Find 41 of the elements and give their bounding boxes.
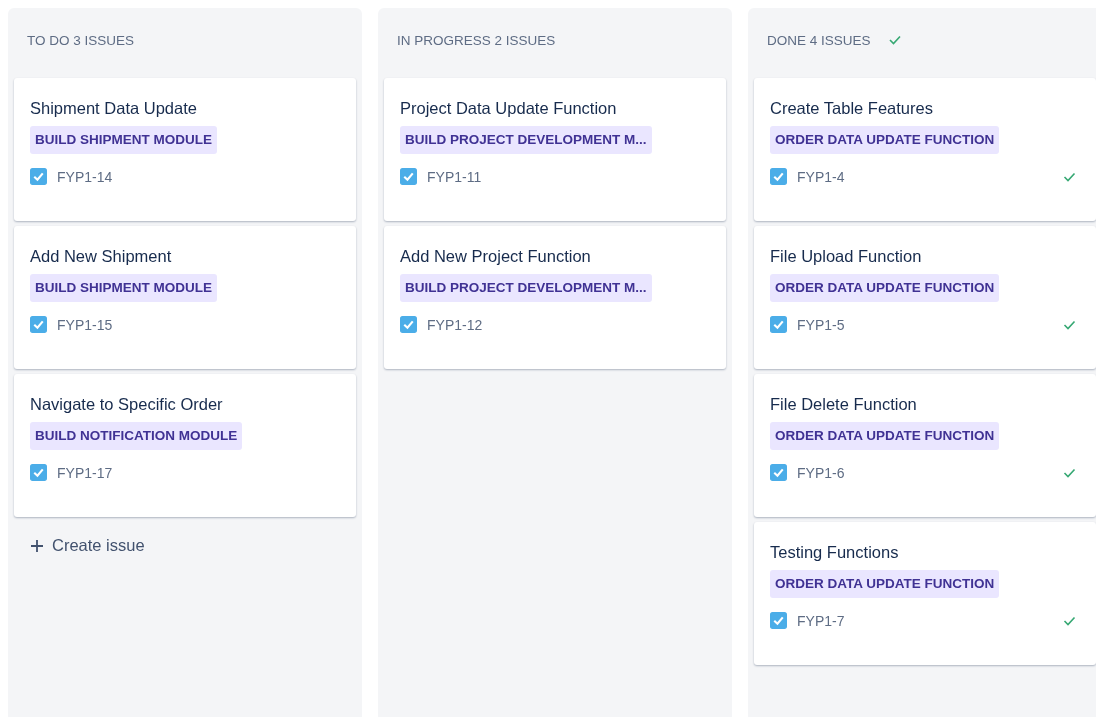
epic-tag: BUILD PROJECT DEVELOPMENT M... — [400, 126, 652, 154]
issue-title: Add New Shipment — [30, 246, 173, 267]
issue-title: Shipment Data Update — [30, 98, 198, 119]
issue-card[interactable]: Testing Functions ORDER DATA UPDATE FUNCTION FYP1-7 — [754, 522, 1096, 665]
epic-tag: BUILD SHIPMENT MODULE — [30, 274, 217, 302]
issue-card[interactable]: Navigate to Specific Order BUILD NOTIFICATION MODULE FYP1-17 — [14, 374, 356, 517]
issue-title: File Upload Function — [770, 246, 923, 267]
column-title: TO DO 3 ISSUES — [27, 32, 135, 48]
issue-key[interactable]: FYP1-7 — [797, 612, 845, 629]
issue-key[interactable]: FYP1-5 — [797, 316, 845, 333]
issue-card[interactable]: File Upload Function ORDER DATA UPDATE FUNCTION FYP1-5 — [754, 226, 1096, 369]
epic-tag: BUILD PROJECT DEVELOPMENT M... — [400, 274, 652, 302]
epic-tag: ORDER DATA UPDATE FUNCTION — [770, 274, 1000, 302]
issue-card[interactable]: Project Data Update Function BUILD PROJECT DEVELOPMENT M... FYP1-11 — [384, 78, 726, 221]
issue-key[interactable]: FYP1-17 — [57, 464, 113, 481]
issue-card[interactable]: Add New Shipment BUILD SHIPMENT MODULE FYP1-15 — [14, 226, 356, 369]
issue-card[interactable]: Shipment Data Update BUILD SHIPMENT MODULE FYP1-14 — [14, 78, 356, 221]
issue-key[interactable]: FYP1-14 — [57, 168, 113, 185]
issue-title: Project Data Update Function — [400, 98, 618, 119]
issue-card[interactable]: Create Table Features ORDER DATA UPDATE FUNCTION FYP1-4 — [754, 78, 1096, 221]
issue-key[interactable]: FYP1-12 — [427, 316, 483, 333]
issue-title: Navigate to Specific Order — [30, 394, 224, 415]
column-title: DONE 4 ISSUES — [767, 32, 871, 48]
issue-title: Add New Project Function — [400, 246, 592, 267]
plus-icon — [30, 538, 44, 553]
epic-tag: BUILD SHIPMENT MODULE — [30, 126, 217, 154]
issue-title: Testing Functions — [770, 542, 900, 563]
issue-key[interactable]: FYP1-6 — [797, 464, 845, 481]
epic-tag: ORDER DATA UPDATE FUNCTION — [770, 422, 1000, 450]
issue-key[interactable]: FYP1-11 — [427, 168, 482, 185]
issue-card[interactable]: Add New Project Function BUILD PROJECT DEVELOPMENT M... FYP1-12 — [384, 226, 726, 369]
issue-title: File Delete Function — [770, 394, 918, 415]
epic-tag: ORDER DATA UPDATE FUNCTION — [770, 126, 1000, 154]
create-issue-button[interactable]: Create issue — [14, 524, 161, 567]
epic-tag: BUILD NOTIFICATION MODULE — [30, 422, 243, 450]
issue-title: Create Table Features — [770, 98, 934, 119]
issue-card[interactable]: File Delete Function ORDER DATA UPDATE FUNCTION FYP1-6 — [754, 374, 1096, 517]
issue-key[interactable]: FYP1-15 — [57, 316, 113, 333]
epic-tag: ORDER DATA UPDATE FUNCTION — [770, 570, 1000, 598]
column-title: IN PROGRESS 2 ISSUES — [397, 32, 556, 48]
issue-key[interactable]: FYP1-4 — [797, 168, 845, 185]
